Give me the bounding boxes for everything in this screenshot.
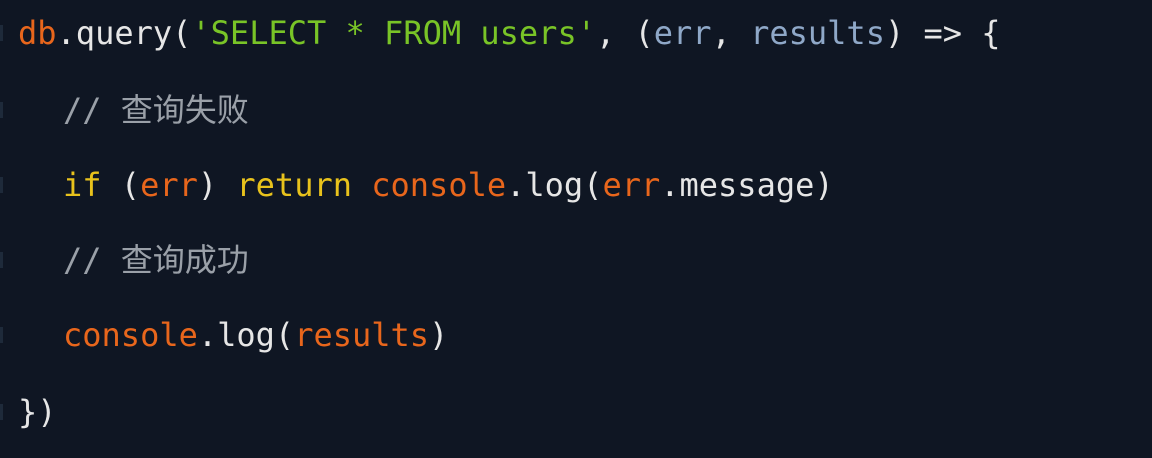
token-message: .message) (660, 166, 834, 204)
token-close-block: }) (18, 393, 57, 431)
token-param-results: results (750, 14, 885, 52)
gutter-marker (0, 25, 3, 41)
token-open-paren: ( (172, 14, 192, 52)
token-err: err (140, 166, 198, 204)
token-log: .log( (197, 316, 295, 354)
token-db: db (18, 14, 57, 52)
token-dot: . (56, 14, 76, 52)
token-console: console (63, 316, 198, 354)
token-return: return (236, 166, 352, 204)
token-close-paren: ) (197, 166, 237, 204)
comment-query-failed: // 查询失败 (63, 91, 249, 129)
token-log: .log( (506, 166, 603, 204)
comment-query-succeeded: // 查询成功 (63, 241, 249, 279)
code-line-5: console.log(results) (18, 315, 448, 355)
token-results: results (294, 316, 430, 354)
token-params-open: ( (634, 14, 654, 52)
gutter-marker (0, 102, 3, 118)
token-param-sep: , (711, 14, 751, 52)
token-err: err (602, 166, 661, 204)
code-line-4: // 查询成功 (18, 240, 249, 280)
token-open-paren: ( (101, 166, 141, 204)
gutter-marker (0, 327, 3, 343)
gutter-marker (0, 404, 3, 420)
token-query: query (75, 14, 173, 52)
code-line-6: }) (18, 392, 57, 432)
code-editor[interactable]: db.query('SELECT * FROM users', (err, re… (0, 0, 1152, 458)
code-line-3: if (err) return console.log(err.message) (18, 165, 834, 205)
token-close-paren: ) (429, 316, 449, 354)
code-line-2: // 查询失败 (18, 90, 249, 130)
gutter-marker (0, 252, 3, 268)
token-sql-string: 'SELECT * FROM users' (191, 14, 596, 52)
gutter-marker (0, 177, 3, 193)
token-if: if (63, 166, 102, 204)
token-comma: , (595, 14, 635, 52)
token-console: console (371, 166, 507, 204)
token-param-err: err (653, 14, 712, 52)
token-arrow: ) => { (884, 14, 1001, 52)
code-line-1: db.query('SELECT * FROM users', (err, re… (18, 13, 1001, 53)
